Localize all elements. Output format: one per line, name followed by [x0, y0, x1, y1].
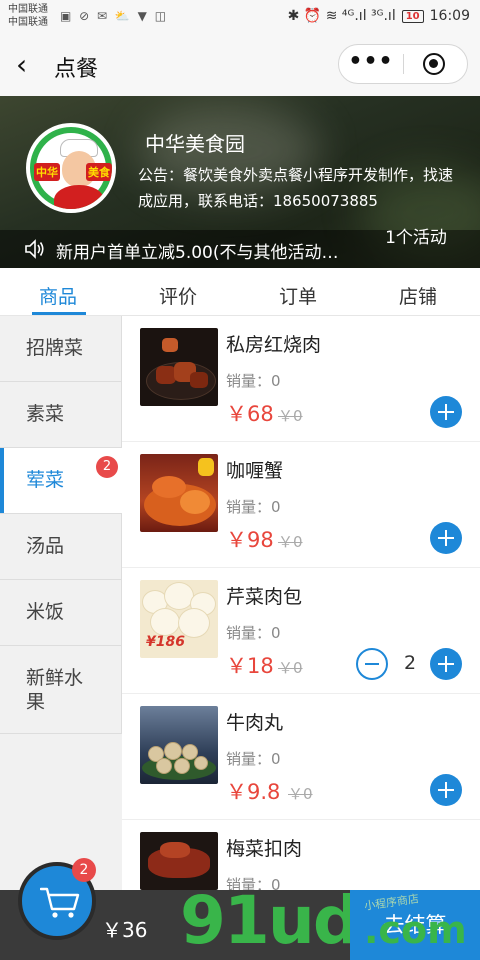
product-name: 咖喱蟹 [226, 460, 284, 482]
category-sidebar: 招牌菜 素菜 荤菜 2 汤品 米饭 新鲜水果 [0, 316, 122, 890]
product-sales: 销量：0 [226, 750, 281, 768]
signal-icons: ✱ ⏰ ≋ ⁴ᴳ.ıl ³ᴳ.ıl [287, 8, 396, 24]
category-label: 招牌菜 [26, 337, 84, 359]
category-soup[interactable]: 汤品 [0, 514, 122, 580]
product-original-price: ￥0 [278, 407, 303, 425]
product-sales: 销量：0 [226, 498, 281, 516]
category-meat[interactable]: 荤菜 2 [0, 448, 122, 514]
remove-from-cart-button[interactable] [356, 648, 388, 680]
shop-notice: 公告：餐饮美食外卖点餐小程序开发制作，找速成应用，联系电话：1865007388… [138, 166, 454, 210]
promo-text: 新用户首单立减5.00(不与其他活动… [56, 243, 339, 263]
activity-count[interactable]: 1个活动 [384, 226, 448, 250]
product-sales: 销量：0 [226, 372, 281, 390]
active-tab-indicator [32, 312, 86, 315]
product-price: ￥98 [226, 528, 274, 552]
product-name: 梅菜扣肉 [226, 838, 303, 860]
product-original-price: ￥0 [278, 533, 303, 551]
category-label: 荤菜 [26, 469, 65, 491]
product-item[interactable]: 咖喱蟹 销量：0 ￥98 ￥0 [122, 442, 480, 568]
category-signature[interactable]: 招牌菜 [0, 316, 122, 382]
product-item[interactable]: 私房红烧肉 销量：0 ￥68 ￥0 [122, 316, 480, 442]
close-miniprogram-icon[interactable] [423, 53, 445, 75]
product-original-price: ￥0 [278, 659, 303, 677]
product-price: ￥18 [226, 654, 274, 678]
back-icon[interactable]: ‹ [16, 51, 44, 79]
tab-reviews[interactable]: 评价 [159, 282, 197, 309]
product-item[interactable]: ¥186 芹菜肉包 销量：0 ￥18 ￥0 2 [122, 568, 480, 694]
category-label: 米饭 [26, 601, 65, 623]
tab-bar: 商品 评价 订单 店铺 [0, 268, 480, 316]
product-name: 牛肉丸 [226, 712, 284, 734]
watermark-suffix: .com [364, 908, 467, 952]
add-to-cart-button[interactable] [430, 522, 462, 554]
category-fruit[interactable]: 新鲜水果 [0, 646, 122, 734]
nav-bar: ‹ 点餐 ••• [0, 34, 480, 96]
add-to-cart-button[interactable] [430, 774, 462, 806]
category-label: 新鲜水果 [26, 667, 84, 713]
status-indicators: ✱ ⏰ ≋ ⁴ᴳ.ıl ³ᴳ.ıl 10 16:09 [288, 8, 470, 24]
add-to-cart-button[interactable] [430, 396, 462, 428]
shopping-cart-icon [40, 887, 80, 918]
battery-icon: 10 [401, 9, 424, 23]
product-image [140, 706, 218, 784]
product-quantity: 2 [403, 652, 417, 674]
miniprogram-capsule: ••• [338, 44, 468, 84]
category-label: 汤品 [26, 535, 65, 557]
category-count-badge: 2 [96, 456, 118, 478]
carrier-label: 中国联通 [8, 4, 48, 15]
shop-logo: 中华 美食 [26, 123, 116, 213]
page-title: 点餐 [54, 57, 99, 82]
category-vegetarian[interactable]: 素菜 [0, 382, 122, 448]
tab-shop[interactable]: 店铺 [399, 282, 437, 309]
tab-goods[interactable]: 商品 [39, 282, 77, 309]
product-image [140, 454, 218, 532]
capsule-divider [403, 54, 404, 74]
product-original-price: ￥0 [288, 785, 313, 803]
product-item[interactable]: 牛肉丸 销量：0 ￥9.8 ￥0 [122, 694, 480, 820]
notification-icons: ▣ ⊘ ✉ ⛅ ▼ ◫ [60, 9, 169, 23]
logo-text: 中华 [34, 163, 60, 181]
cart-count-badge: 2 [72, 858, 96, 882]
image-price-tag: ¥186 [146, 634, 185, 650]
product-price: ￥9.8 [226, 780, 281, 804]
product-item[interactable]: 梅菜扣肉 销量：0 [122, 820, 480, 894]
more-icon[interactable]: ••• [339, 45, 403, 83]
status-bar: 中国联通 中国联通 ▣ ⊘ ✉ ⛅ ▼ ◫ ✱ ⏰ ≋ ⁴ᴳ.ıl ³ᴳ.ıl … [0, 0, 480, 34]
add-to-cart-button[interactable] [430, 648, 462, 680]
product-image: ¥186 [140, 580, 218, 658]
watermark-text: 91ud [180, 882, 360, 959]
product-sales: 销量：0 [226, 624, 281, 642]
clock: 16:09 [429, 8, 470, 24]
product-image [140, 328, 218, 406]
product-name: 芹菜肉包 [226, 586, 303, 608]
speaker-icon [25, 239, 44, 259]
category-label: 素菜 [26, 403, 65, 425]
cart-total: ￥36 [102, 918, 148, 942]
category-rice[interactable]: 米饭 [0, 580, 122, 646]
carrier-label: 中国联通 [8, 17, 48, 28]
tab-orders[interactable]: 订单 [279, 282, 317, 309]
product-price: ￥68 [226, 402, 274, 426]
logo-text: 美食 [86, 163, 112, 181]
product-name: 私房红烧肉 [226, 334, 322, 356]
shop-name: 中华美食园 [145, 132, 245, 156]
